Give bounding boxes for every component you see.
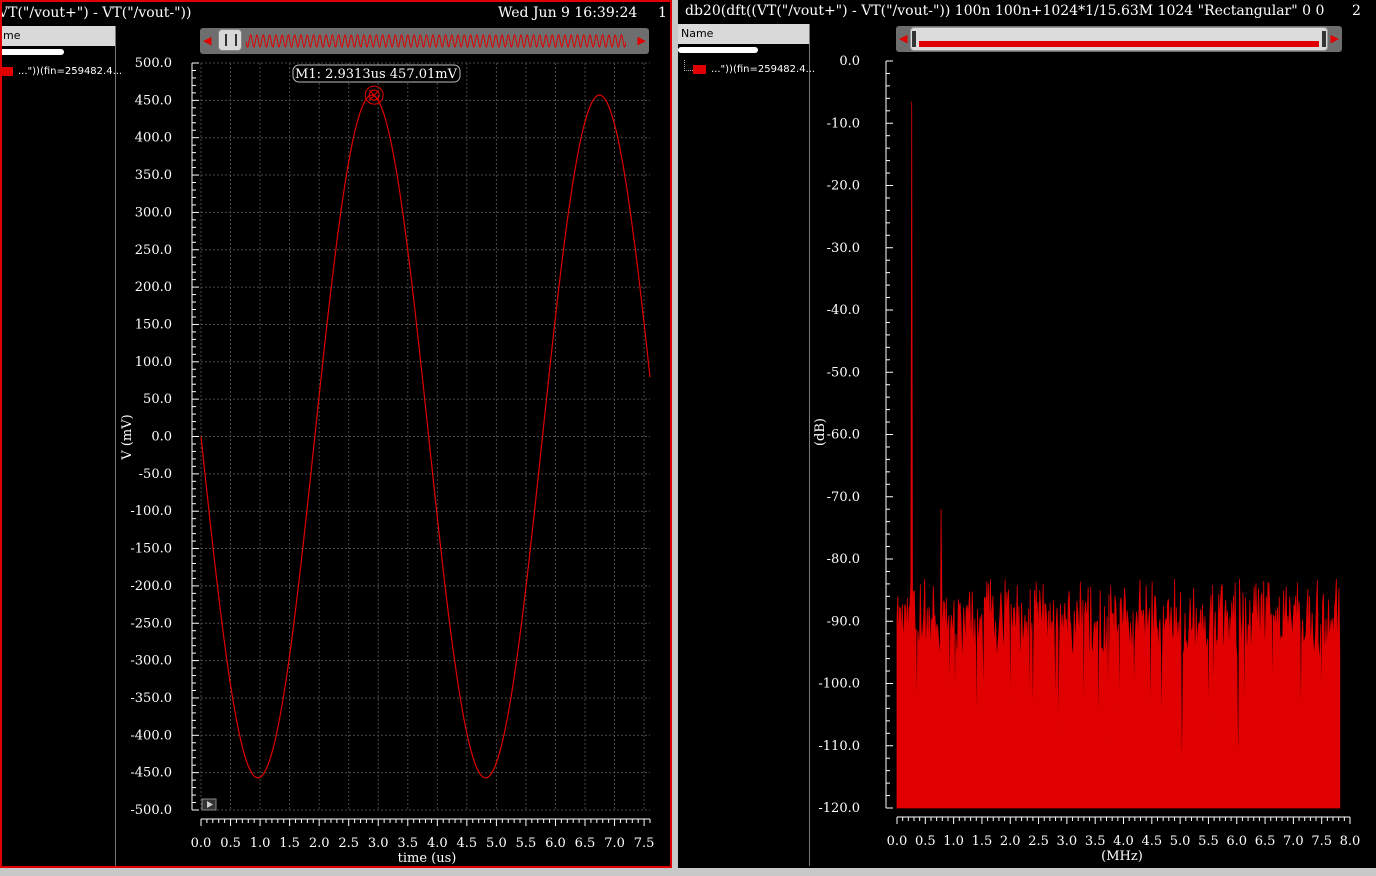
y-tick-label: -300.0 xyxy=(130,654,172,669)
y-tick-label: 0.0 xyxy=(839,54,860,69)
y-tick-label: -10.0 xyxy=(827,116,860,131)
x-tick-label: 7.5 xyxy=(1311,834,1332,849)
x-tick-label: 3.0 xyxy=(368,836,389,851)
y-tick-label: 400.0 xyxy=(135,131,172,146)
y-tick-label: -80.0 xyxy=(827,552,860,567)
waveform-panel-spectrum[interactable]: db20(dft((VT("/vout+") - VT("/vout-")) 1… xyxy=(678,0,1376,868)
x-axis-label: time (us) xyxy=(398,851,457,866)
x-tick-label: 0.0 xyxy=(887,834,908,849)
x-tick-label: 1.0 xyxy=(250,836,271,851)
y-tick-label: 100.0 xyxy=(135,355,172,370)
y-tick-label: -200.0 xyxy=(130,579,172,594)
y-tick-label: -90.0 xyxy=(827,614,860,629)
x-tick-label: 2.0 xyxy=(1000,834,1021,849)
y-tick-label: 500.0 xyxy=(135,56,172,71)
x-tick-label: 5.0 xyxy=(1170,834,1191,849)
x-tick-label: 5.5 xyxy=(516,836,537,851)
y-tick-label: -50.0 xyxy=(139,467,172,482)
x-tick-label: 5.0 xyxy=(486,836,507,851)
y-tick-label: -50.0 xyxy=(827,365,860,380)
x-tick-label: 0.5 xyxy=(220,836,241,851)
y-tick-label: -70.0 xyxy=(827,490,860,505)
y-tick-label: 0.0 xyxy=(151,430,172,445)
y-tick-label: 200.0 xyxy=(135,280,172,295)
x-tick-label: 7.0 xyxy=(604,836,625,851)
x-tick-label: 0.0 xyxy=(191,836,212,851)
waveform-panel-time[interactable]: VT("/vout+") - VT("/vout-")) Wed Jun 9 1… xyxy=(0,0,672,868)
x-tick-label: 5.5 xyxy=(1198,834,1219,849)
y-tick-label: -40.0 xyxy=(827,303,860,318)
x-tick-label: 7.0 xyxy=(1283,834,1304,849)
x-tick-label: 1.5 xyxy=(972,834,993,849)
y-tick-label: 150.0 xyxy=(135,317,172,332)
y-tick-label: 450.0 xyxy=(135,93,172,108)
x-tick-label: 6.5 xyxy=(1255,834,1276,849)
x-tick-label: 6.0 xyxy=(545,836,566,851)
y-tick-label: 350.0 xyxy=(135,168,172,183)
x-tick-label: 4.0 xyxy=(1113,834,1134,849)
x-axis-label: (MHz) xyxy=(1101,849,1143,864)
y-tick-label: -60.0 xyxy=(827,428,860,443)
y-tick-label: -450.0 xyxy=(130,766,172,781)
y-tick-label: -500.0 xyxy=(130,803,172,818)
y-tick-label: -110.0 xyxy=(818,739,860,754)
x-tick-label: 3.5 xyxy=(1085,834,1106,849)
x-tick-label: 6.0 xyxy=(1226,834,1247,849)
y-tick-label: -100.0 xyxy=(130,504,172,519)
x-tick-label: 1.0 xyxy=(943,834,964,849)
y-tick-label: -250.0 xyxy=(130,616,172,631)
y-axis-label: V (mV) xyxy=(120,414,135,460)
x-tick-label: 2.0 xyxy=(309,836,330,851)
x-tick-label: 3.0 xyxy=(1057,834,1078,849)
y-tick-label: 50.0 xyxy=(143,392,172,407)
x-tick-label: 7.5 xyxy=(634,836,655,851)
x-tick-label: 4.5 xyxy=(1141,834,1162,849)
status-bar xyxy=(0,868,1376,876)
y-tick-label: 300.0 xyxy=(135,205,172,220)
y-tick-label: -150.0 xyxy=(130,542,172,557)
y-tick-label: -400.0 xyxy=(130,728,172,743)
y-tick-label: -100.0 xyxy=(818,677,860,692)
x-tick-label: 8.0 xyxy=(1340,834,1361,849)
y-tick-label: -20.0 xyxy=(827,179,860,194)
x-tick-label: 2.5 xyxy=(338,836,359,851)
x-tick-label: 6.5 xyxy=(575,836,596,851)
x-tick-label: 4.0 xyxy=(427,836,448,851)
y-tick-label: 250.0 xyxy=(135,243,172,258)
marker-label: M1: 2.9313us 457.01mV xyxy=(295,67,458,82)
y-tick-label: -350.0 xyxy=(130,691,172,706)
y-axis-label: (dB) xyxy=(813,418,828,446)
spectrum-trace[interactable] xyxy=(896,101,1341,809)
x-tick-label: 4.5 xyxy=(457,836,478,851)
time-domain-chart[interactable]: 500.0 450.0 400.0 350.0 300.0 250.0 200.0 150.0… xyxy=(2,2,670,866)
x-tick-label: 0.5 xyxy=(915,834,936,849)
y-tick-label: -120.0 xyxy=(818,801,860,816)
y-tick-label: -30.0 xyxy=(827,241,860,256)
x-tick-label: 3.5 xyxy=(397,836,418,851)
x-tick-label: 1.5 xyxy=(279,836,300,851)
x-tick-label: 2.5 xyxy=(1028,834,1049,849)
spectrum-chart[interactable]: 0.0 -10.0 -20.0 -30.0 -40.0 -50.0 -60.0 -70.0 -8… xyxy=(678,0,1376,868)
